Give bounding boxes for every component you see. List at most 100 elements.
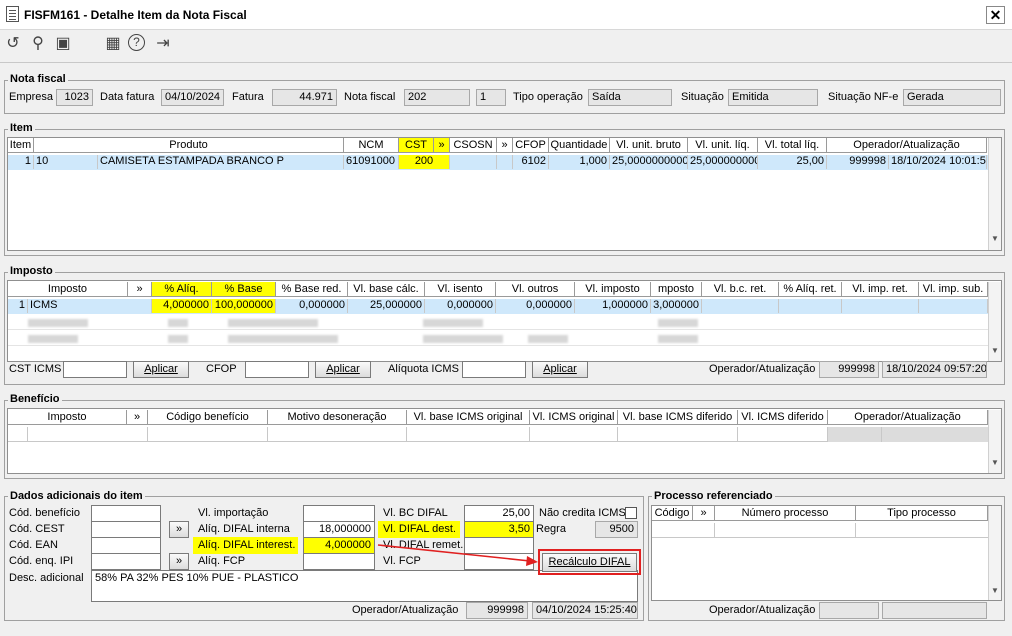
save-icon[interactable]: ▣	[53, 34, 73, 54]
regra-field[interactable]: 9500	[595, 521, 638, 538]
vl-importacao-input[interactable]	[303, 505, 375, 522]
help-icon[interactable]: ?	[128, 34, 145, 51]
vl-imp-ret-col-header[interactable]: Vl. imp. ret.	[842, 282, 919, 297]
cfop-input[interactable]	[245, 361, 309, 378]
ncm-col-header[interactable]: NCM	[344, 138, 399, 153]
processo-scrollbar[interactable]: ▼	[988, 506, 1001, 600]
motivo-desoneracao-col-header[interactable]: Motivo desoneração	[268, 410, 407, 425]
csosn-expand-cell	[497, 155, 513, 169]
cod-ean-input[interactable]	[91, 537, 161, 554]
csosn-expand-header[interactable]: »	[497, 138, 513, 153]
cfop-col-header[interactable]: CFOP	[513, 138, 549, 153]
aplicar-aliquota-button[interactable]: Aplicar	[532, 361, 588, 378]
beneficio-imposto-col-header[interactable]: Imposto	[8, 410, 127, 425]
scroll-down-icon[interactable]: ▼	[991, 586, 999, 595]
vl-unit-liq-col-header[interactable]: Vl. unit. líq.	[688, 138, 758, 153]
processo-row[interactable]	[652, 523, 988, 538]
undo-icon[interactable]: ↺	[3, 34, 23, 54]
vl-base-icms-original-col-header[interactable]: Vl. base ICMS original	[407, 410, 530, 425]
vl-base-calc-col-header[interactable]: Vl. base cálc.	[348, 282, 425, 297]
dados-atualizacao-field[interactable]: 04/10/2024 15:25:40	[532, 602, 638, 619]
scroll-down-icon[interactable]: ▼	[991, 458, 999, 467]
aliq-fcp-input[interactable]	[303, 553, 375, 570]
recalculo-difal-button[interactable]: Recálculo DIFAL	[542, 553, 637, 572]
exit-icon[interactable]: ⇥	[153, 34, 173, 54]
base-col-header[interactable]: % Base	[212, 282, 276, 297]
vl-bc-difal-input[interactable]: 25,00	[464, 505, 534, 522]
imposto-row-blurred[interactable]	[8, 331, 988, 346]
calendar-icon[interactable]: ▦	[103, 34, 123, 54]
cod-beneficio-input[interactable]	[91, 505, 161, 522]
vl-unit-bruto-col-header[interactable]: Vl. unit. bruto	[610, 138, 688, 153]
quantidade-col-header[interactable]: Quantidade	[549, 138, 610, 153]
enq-ipi-lookup-button[interactable]: »	[169, 553, 189, 570]
data-fatura-field[interactable]: 04/10/2024	[161, 89, 224, 106]
imposto-operador-field[interactable]: 999998	[819, 361, 879, 378]
produto-col-header[interactable]: Produto	[34, 138, 344, 153]
processo-atualizacao-field[interactable]	[882, 602, 987, 619]
tipo-processo-col-header[interactable]: Tipo processo	[856, 506, 988, 521]
aliquota-icms-input[interactable]	[462, 361, 526, 378]
nota-fiscal-field[interactable]: 202	[404, 89, 470, 106]
scroll-down-icon[interactable]: ▼	[991, 234, 999, 243]
codigo-beneficio-col-header[interactable]: Código benefício	[148, 410, 268, 425]
processo-expand-header[interactable]: »	[693, 506, 715, 521]
cst-col-header[interactable]: CST	[399, 138, 434, 153]
empresa-field[interactable]: 1023	[56, 89, 93, 106]
imposto-col-header[interactable]: Imposto	[8, 282, 128, 297]
aliq-col-header[interactable]: % Alíq.	[152, 282, 212, 297]
imposto-row[interactable]: 1 ICMS 4,000000 100,000000 0,000000 25,0…	[8, 299, 988, 314]
aliq-ret-col-header[interactable]: % Alíq. ret.	[779, 282, 842, 297]
cfop-cell: 6102	[513, 155, 549, 169]
cod-cest-input[interactable]	[91, 521, 161, 538]
beneficio-scrollbar[interactable]: ▼	[988, 410, 1001, 473]
aplicar-cfop-button[interactable]: Aplicar	[315, 361, 371, 378]
beneficio-operador-col-header[interactable]: Operador/Atualização	[828, 410, 988, 425]
beneficio-row[interactable]	[8, 427, 988, 442]
item-row[interactable]: 1 10 CAMISETA ESTAMPADA BRANCO P 6109100…	[8, 155, 988, 170]
situacao-field[interactable]: Emitida	[728, 89, 818, 106]
imposto-scrollbar[interactable]: ▼	[988, 282, 1001, 361]
cfop-label: CFOP	[206, 363, 237, 375]
close-button[interactable]: ✕	[986, 6, 1005, 24]
csosn-col-header[interactable]: CSOSN	[450, 138, 497, 153]
vl-icms-diferido-col-header[interactable]: Vl. ICMS diferido	[738, 410, 828, 425]
vl-icms-original-cell	[530, 427, 618, 442]
vl-bc-ret-col-header[interactable]: Vl. b.c. ret.	[702, 282, 779, 297]
tipo-operacao-field[interactable]: Saída	[588, 89, 672, 106]
dados-operador-field[interactable]: 999998	[466, 602, 528, 619]
cod-enq-ipi-input[interactable]	[91, 553, 161, 570]
aplicar-cst-button[interactable]: Aplicar	[133, 361, 189, 378]
base-red-col-header[interactable]: % Base red.	[276, 282, 348, 297]
scroll-down-icon[interactable]: ▼	[991, 346, 999, 355]
cst-expand-header[interactable]: »	[434, 138, 450, 153]
vl-total-liq-col-header[interactable]: Vl. total líq.	[758, 138, 827, 153]
item-scrollbar[interactable]: ▼	[988, 138, 1001, 250]
beneficio-expand-header[interactable]: »	[127, 410, 148, 425]
mposto-col-header[interactable]: mposto	[651, 282, 702, 297]
vl-imposto-col-header[interactable]: Vl. imposto	[575, 282, 651, 297]
codigo-col-header[interactable]: Código	[652, 506, 693, 521]
situacao-nfe-field[interactable]: Gerada	[903, 89, 1001, 106]
vl-isento-col-header[interactable]: Vl. isento	[425, 282, 496, 297]
imposto-atualizacao-field[interactable]: 18/10/2024 09:57:20	[882, 361, 987, 378]
serie-field[interactable]: 1	[476, 89, 506, 106]
vl-outros-col-header[interactable]: Vl. outros	[496, 282, 575, 297]
imposto-row-blurred[interactable]	[8, 315, 988, 330]
nao-credita-icms-checkbox[interactable]	[625, 507, 637, 519]
item-col-header[interactable]: Item	[8, 138, 34, 153]
aliq-difal-interest-input[interactable]: 4,000000	[303, 537, 375, 554]
processo-operador-field[interactable]	[819, 602, 879, 619]
vl-imp-sub-col-header[interactable]: Vl. imp. sub.	[919, 282, 988, 297]
vl-difal-dest-input[interactable]: 3,50	[464, 521, 534, 538]
cst-icms-input[interactable]	[63, 361, 127, 378]
aliq-difal-interna-input[interactable]: 18,000000	[303, 521, 375, 538]
operador-col-header[interactable]: Operador/Atualização	[827, 138, 987, 153]
vl-base-icms-diferido-col-header[interactable]: Vl. base ICMS diferido	[618, 410, 738, 425]
cest-lookup-button[interactable]: »	[169, 521, 189, 538]
fatura-field[interactable]: 44.971	[272, 89, 337, 106]
imposto-expand-header[interactable]: »	[128, 282, 152, 297]
vl-icms-original-col-header[interactable]: Vl. ICMS original	[530, 410, 618, 425]
numero-processo-col-header[interactable]: Número processo	[715, 506, 856, 521]
search-icon[interactable]: ⚲	[28, 34, 48, 54]
